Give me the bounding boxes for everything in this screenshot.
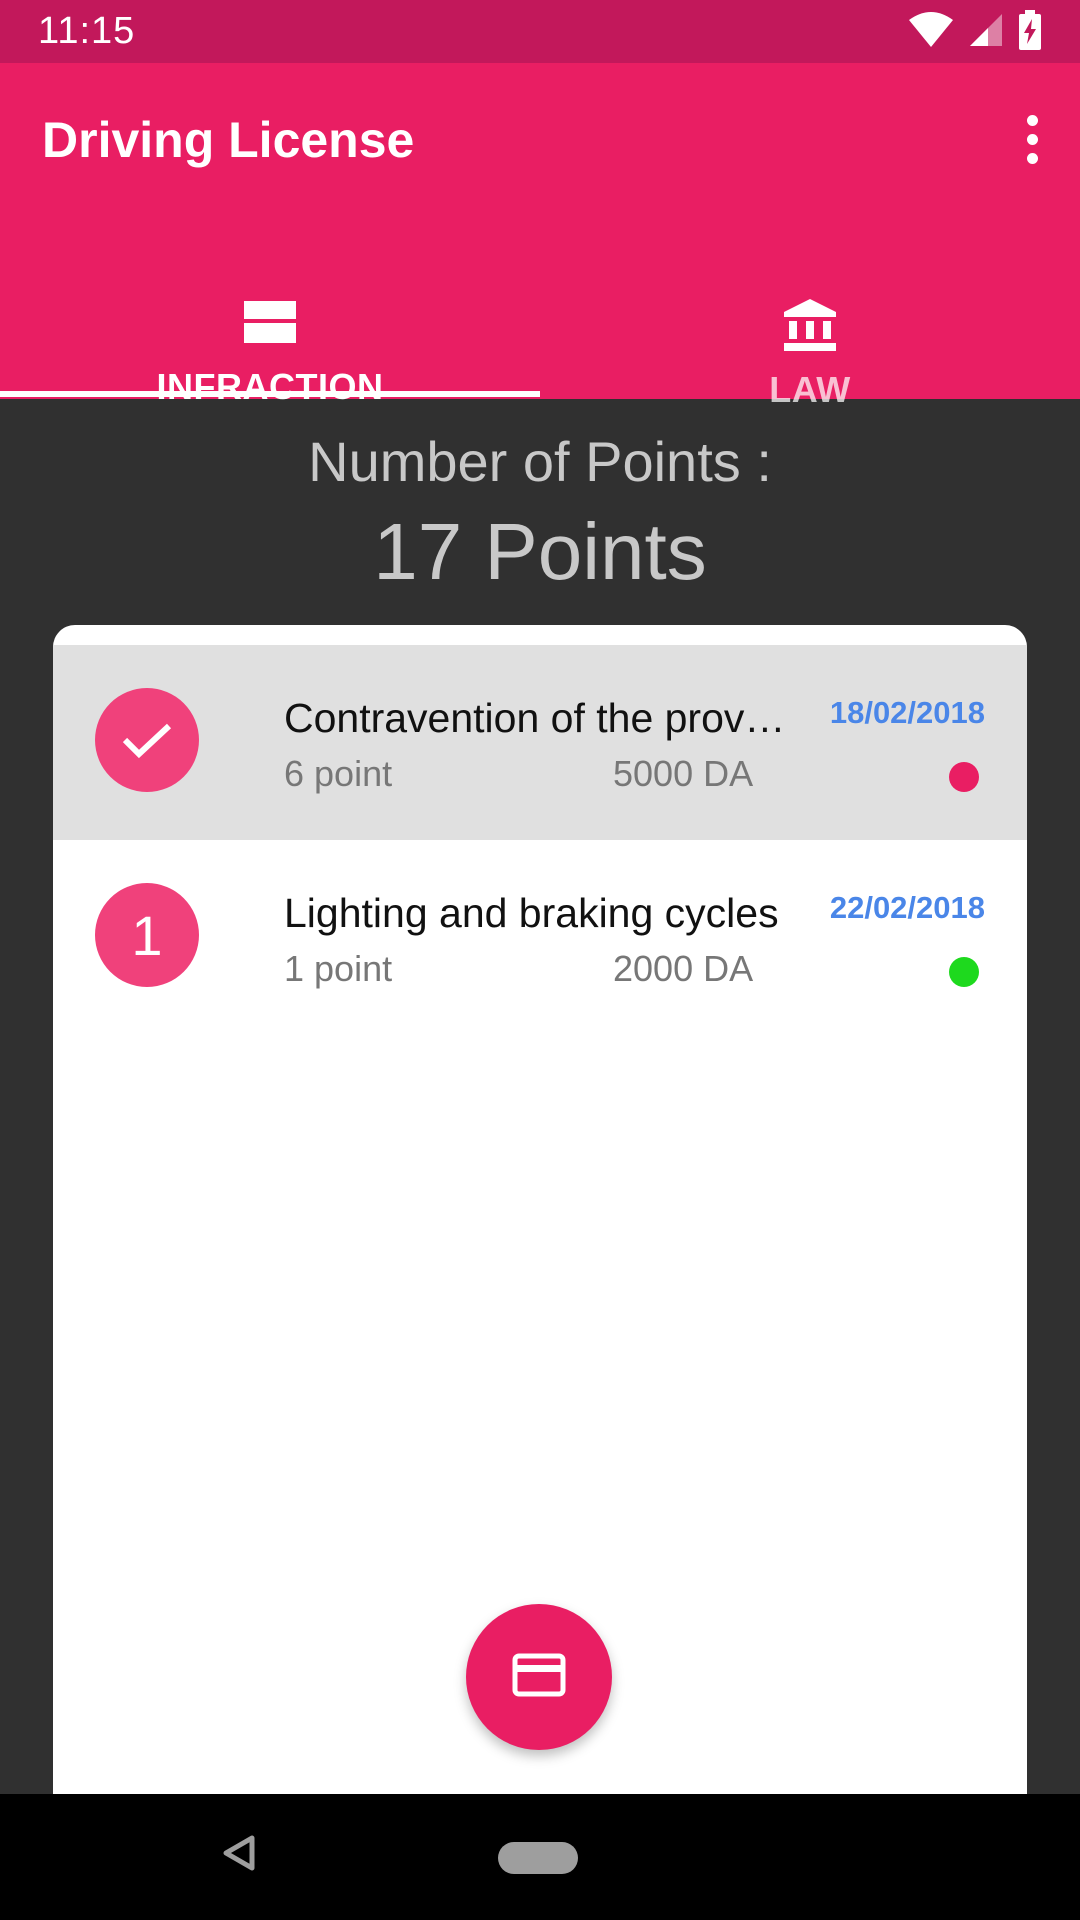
battery-charging-icon: [1018, 9, 1042, 55]
back-triangle-icon[interactable]: [222, 1834, 256, 1877]
infraction-points: 6 point: [284, 753, 393, 794]
tab-infraction[interactable]: INFRACTION: [0, 233, 540, 407]
infraction-title: Lighting and braking cycles: [284, 890, 779, 936]
status-time: 11:15: [38, 10, 136, 52]
tab-indicator: [0, 391, 540, 397]
points-summary: Number of Points : 17 Points: [0, 399, 1080, 598]
bank-icon: [784, 299, 836, 355]
list-item[interactable]: 1 Lighting and braking cycles 1 point 20…: [53, 840, 1027, 1035]
app-bar: Driving License INFRACTION LAW: [0, 63, 1080, 410]
home-pill-icon[interactable]: [498, 1842, 578, 1874]
infraction-amount: 2000 DA: [613, 948, 754, 989]
infraction-amount: 5000 DA: [613, 753, 754, 794]
number-avatar: 1: [95, 883, 199, 987]
view-stream-icon: [244, 299, 296, 352]
system-nav-bar: [0, 1794, 1080, 1920]
infraction-date: 22/02/2018: [829, 890, 985, 925]
more-vert-icon[interactable]: [1002, 103, 1062, 175]
cell-signal-icon: [968, 12, 1004, 53]
credit-card-icon: [512, 1653, 566, 1702]
status-dot: [949, 762, 979, 792]
add-infraction-fab[interactable]: [466, 1604, 612, 1750]
tab-law[interactable]: LAW: [540, 233, 1080, 410]
status-bar: 11:15: [0, 0, 1080, 63]
points-value: 17 Points: [373, 507, 707, 596]
list-item[interactable]: Contravention of the provisions 6 point …: [53, 645, 1027, 840]
system-icons: [908, 9, 1042, 55]
infraction-title: Contravention of the provisions: [284, 695, 794, 741]
points-label: Number of Points :: [308, 430, 772, 493]
wifi-icon: [908, 11, 954, 53]
app-title: Driving License: [42, 112, 415, 168]
status-dot: [949, 957, 979, 987]
infraction-points: 1 point: [284, 948, 393, 989]
tab-bar: INFRACTION LAW: [0, 233, 1080, 410]
check-icon[interactable]: [95, 688, 199, 792]
infraction-date: 18/02/2018: [829, 695, 985, 730]
